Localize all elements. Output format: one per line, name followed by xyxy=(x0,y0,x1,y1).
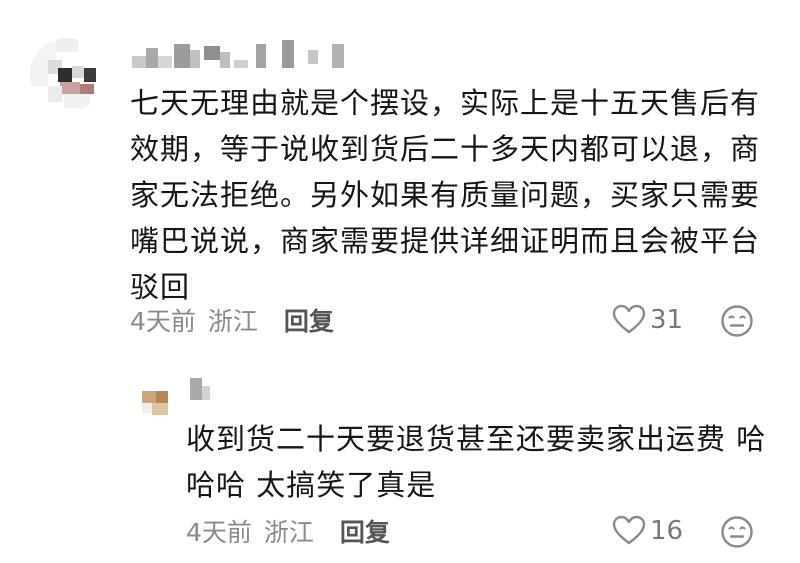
reply-button[interactable]: 回复 xyxy=(284,302,334,338)
neutral-face-icon[interactable] xyxy=(720,515,754,549)
avatar[interactable] xyxy=(30,38,104,112)
username-redacted[interactable] xyxy=(132,40,362,72)
like-count: 31 xyxy=(650,305,684,335)
avatar[interactable] xyxy=(142,387,176,421)
comment-text: 七天无理由就是个摆设，实际上是十五天售后有效期，等于说收到货后二十多天内都可以退… xyxy=(130,86,761,304)
reply-text: 收到货二十天要退货甚至还要卖家出运费 哈哈哈 太搞笑了真是 xyxy=(186,422,767,502)
reply-time: 4天前 xyxy=(186,518,252,547)
like-button[interactable]: 16 xyxy=(612,511,683,551)
comment-time: 4天前 xyxy=(130,307,196,336)
like-button[interactable]: 31 xyxy=(612,300,683,340)
reply-button[interactable]: 回复 xyxy=(340,513,390,549)
reply-location: 浙江 xyxy=(263,518,314,547)
comment-location: 浙江 xyxy=(207,307,258,336)
username-redacted[interactable] xyxy=(186,376,216,404)
heart-outline-icon xyxy=(612,304,646,334)
neutral-face-icon[interactable] xyxy=(720,304,754,338)
like-count: 16 xyxy=(650,516,684,546)
heart-outline-icon xyxy=(612,515,646,545)
